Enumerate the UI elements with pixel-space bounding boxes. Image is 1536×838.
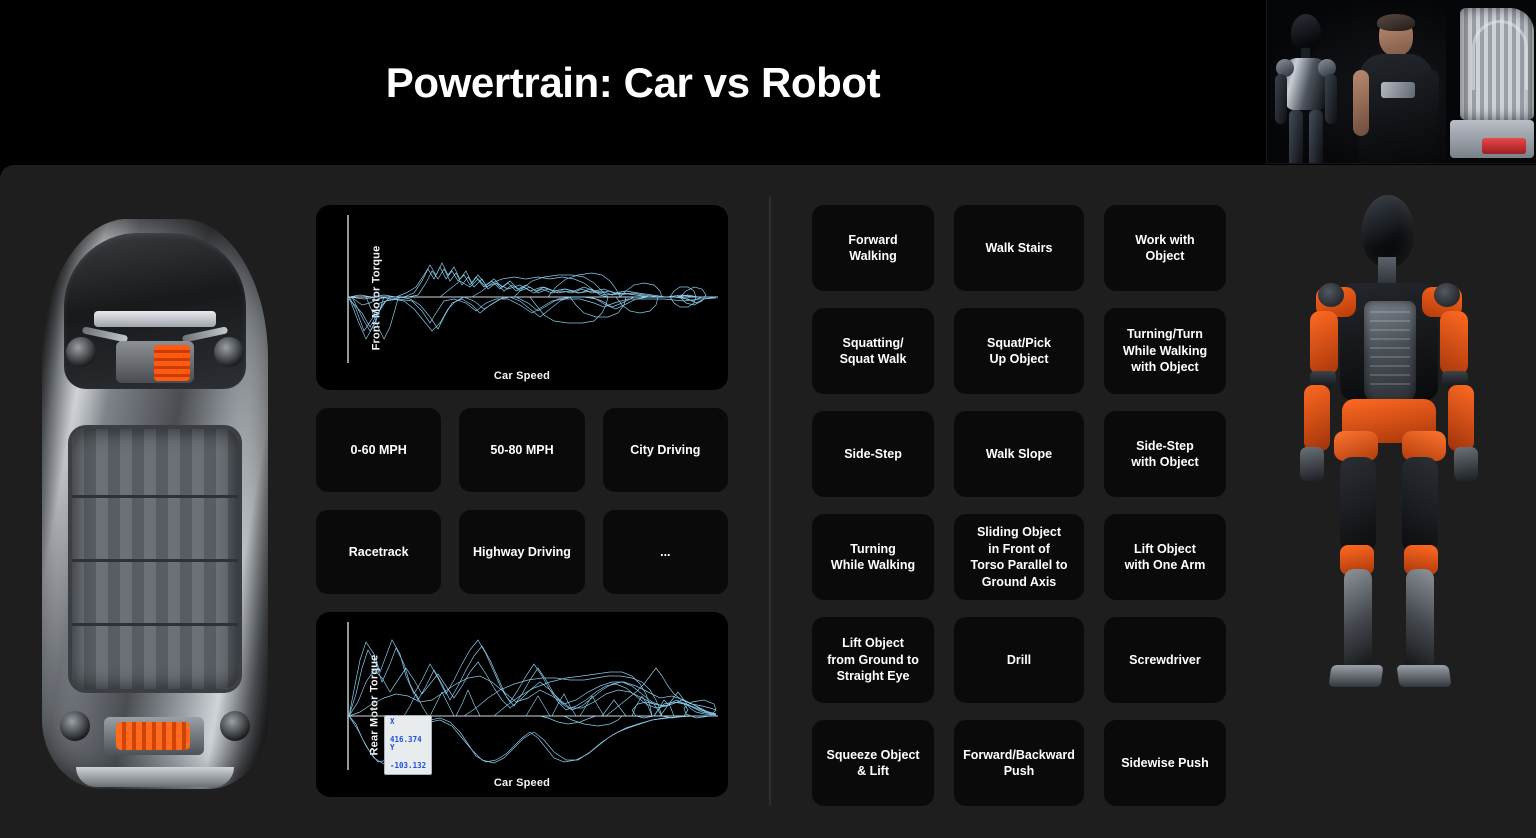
robot-task-tile[interactable]: Walk Stairs <box>954 205 1084 291</box>
presenter-figure <box>1353 14 1439 163</box>
readout-y-label: Y <box>390 743 395 753</box>
robot-task-tile[interactable]: Sliding Object in Front of Torso Parallel … <box>954 514 1084 600</box>
car-chassis-image <box>6 179 306 819</box>
robot-task-tile[interactable]: Squeeze Object & Lift <box>812 720 935 806</box>
robot-task-tile[interactable]: Side-Step <box>812 411 935 497</box>
presenter-video-inset[interactable] <box>1266 0 1536 164</box>
robot-task-tile[interactable]: Side-Step with Object <box>1103 411 1226 497</box>
car-scenario-tile[interactable]: Highway Driving <box>459 510 585 594</box>
car-scenario-grid: 0-60 MPH 50-80 MPH City Driving Racetrac… <box>316 408 728 594</box>
stage-chassis-prop <box>1446 0 1536 163</box>
robot-task-tile[interactable]: Forward Walking <box>812 205 935 291</box>
robot-task-grid: Forward Walking Walk Stairs Work with Obje… <box>812 205 1226 806</box>
chart-front-motor-torque: Front Motor Torque Car Speed <box>316 205 728 390</box>
robot-task-tile[interactable]: Squat/Pick Up Object <box>954 308 1084 394</box>
car-scenario-tile[interactable]: ... <box>602 510 728 594</box>
humanoid-robot-image <box>1236 185 1536 825</box>
chart-x-axis-label: Car Speed <box>493 370 551 382</box>
robot-task-tile[interactable]: Walk Slope <box>954 411 1084 497</box>
slide-root: Powertrain: Car vs Robot Front Motor Tor… <box>0 0 1536 838</box>
title-bar: Powertrain: Car vs Robot <box>0 0 1266 165</box>
chart-rear-motor-torque: Rear Motor Torque X 416.374 Y -103.132 C… <box>316 612 728 797</box>
robot-task-tile[interactable]: Turning/Turn While Walking with Object <box>1103 308 1226 394</box>
car-scenario-tile[interactable]: 0-60 MPH <box>316 408 442 492</box>
robot-task-tile[interactable]: Squatting/Squat Walk <box>812 308 935 394</box>
rear-motor-highlight <box>116 722 190 750</box>
car-section: Front Motor Torque Car Speed 0-60 MPH 50… <box>316 205 728 797</box>
readout-y-value: -103.132 <box>390 761 427 771</box>
car-scenario-tile[interactable]: 50-80 MPH <box>459 408 585 492</box>
robot-task-tile[interactable]: Drill <box>954 617 1084 703</box>
chart-cursor-readout: X 416.374 Y -103.132 <box>384 714 433 775</box>
stage-robot-figure <box>1273 14 1339 163</box>
robot-task-tile[interactable]: Forward/Backward Push <box>954 720 1084 806</box>
robot-task-tile[interactable]: Work with Object <box>1103 205 1226 291</box>
robot-task-tile[interactable]: Lift Object from Ground to Straight Eye <box>812 617 935 703</box>
car-scenario-tile[interactable]: Racetrack <box>316 510 442 594</box>
chart-x-axis-label: Car Speed <box>493 777 551 789</box>
front-motor-highlight <box>154 345 190 381</box>
robot-task-tile[interactable]: Sidewise Push <box>1103 720 1226 806</box>
content-panel: Front Motor Torque Car Speed 0-60 MPH 50… <box>0 165 1536 838</box>
humanoid-robot-art <box>1266 195 1506 815</box>
front-torque-plot <box>347 215 718 363</box>
robot-task-section: Forward Walking Walk Stairs Work with Obje… <box>812 205 1226 806</box>
section-divider <box>769 196 771 806</box>
robot-task-tile[interactable]: Screwdriver <box>1103 617 1226 703</box>
car-chassis-art <box>42 219 268 789</box>
readout-x-label: X <box>390 716 395 726</box>
robot-task-tile[interactable]: Turning While Walking <box>812 514 935 600</box>
page-title: Powertrain: Car vs Robot <box>385 58 881 106</box>
car-scenario-tile[interactable]: City Driving <box>602 408 728 492</box>
readout-x-value: 416.374 <box>390 734 422 744</box>
robot-task-tile[interactable]: Lift Object with One Arm <box>1103 514 1226 600</box>
